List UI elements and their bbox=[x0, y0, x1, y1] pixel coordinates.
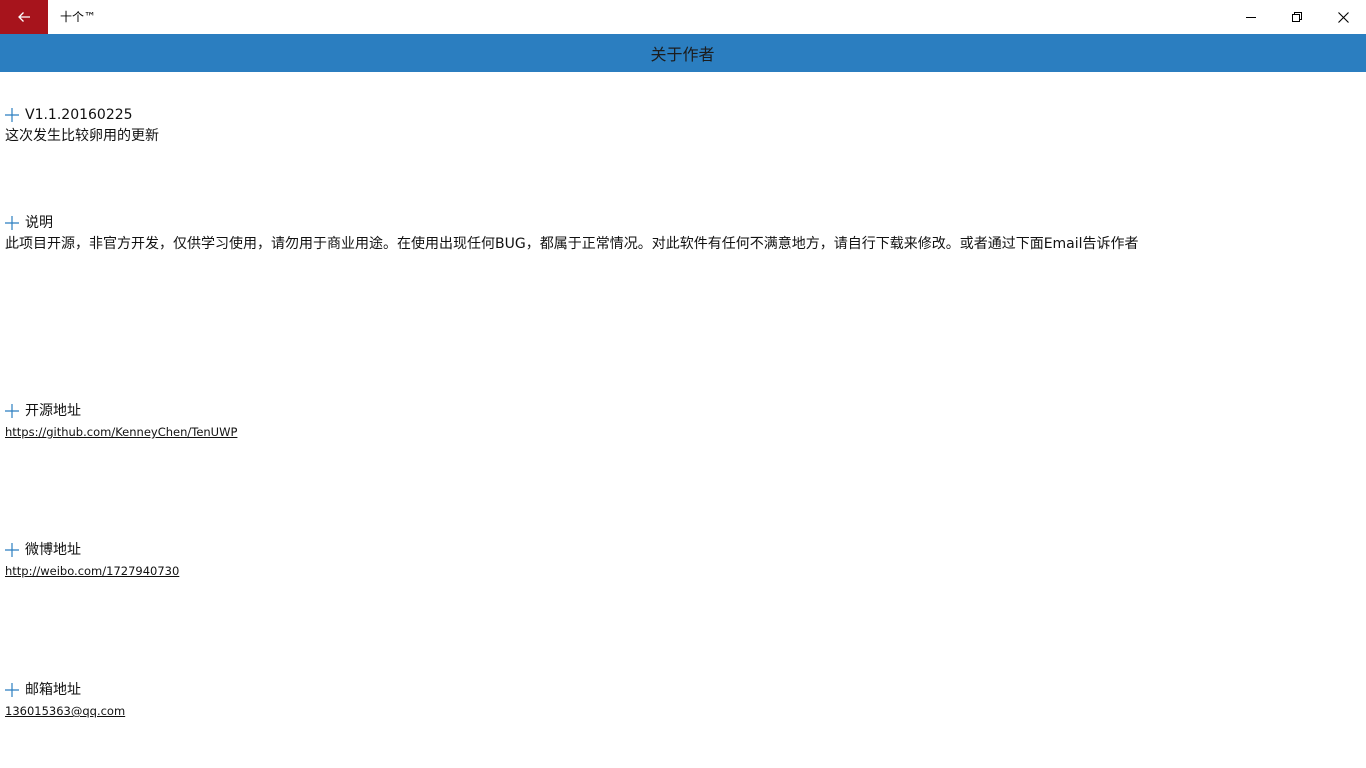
version-title: V1.1.20160225 bbox=[25, 107, 133, 123]
page-title: 关于作者 bbox=[650, 45, 715, 64]
version-description: 这次发生比较卵用的更新 bbox=[5, 128, 159, 144]
app-title: 十个™ bbox=[60, 10, 97, 24]
notice-description: 此项目开源，非官方开发，仅供学习使用，请勿用于商业用途。在使用出现任何BUG，都… bbox=[5, 236, 1139, 252]
back-button[interactable] bbox=[0, 0, 48, 34]
restore-button[interactable] bbox=[1274, 0, 1320, 34]
weibo-link[interactable]: http://weibo.com/1727940730 bbox=[5, 563, 179, 579]
source-section: 开源地址 https://github.com/KenneyChen/TenUW… bbox=[5, 401, 237, 440]
plus-icon bbox=[5, 543, 19, 557]
notice-section-header[interactable]: 说明 bbox=[5, 213, 1139, 233]
close-icon bbox=[1337, 11, 1349, 23]
version-section: V1.1.20160225 这次发生比较卵用的更新 bbox=[5, 105, 159, 146]
email-section: 邮箱地址 136015363@qq.com bbox=[5, 680, 125, 719]
source-section-header[interactable]: 开源地址 bbox=[5, 401, 237, 421]
weibo-section-header[interactable]: 微博地址 bbox=[5, 540, 179, 560]
arrow-left-icon bbox=[18, 12, 30, 22]
close-button[interactable] bbox=[1320, 0, 1366, 34]
restore-icon bbox=[1292, 12, 1302, 22]
source-title: 开源地址 bbox=[25, 403, 81, 419]
minimize-icon bbox=[1246, 17, 1256, 18]
weibo-section: 微博地址 http://weibo.com/1727940730 bbox=[5, 540, 179, 579]
plus-icon bbox=[5, 216, 19, 230]
github-link[interactable]: https://github.com/KenneyChen/TenUWP bbox=[5, 424, 237, 440]
notice-section: 说明 此项目开源，非官方开发，仅供学习使用，请勿用于商业用途。在使用出现任何BU… bbox=[5, 213, 1139, 254]
page-header: 关于作者 bbox=[0, 34, 1366, 72]
title-bar: 十个™ bbox=[0, 0, 1366, 34]
weibo-title: 微博地址 bbox=[25, 542, 81, 558]
email-link[interactable]: 136015363@qq.com bbox=[5, 703, 125, 719]
plus-icon bbox=[5, 108, 19, 122]
minimize-button[interactable] bbox=[1228, 0, 1274, 34]
plus-icon bbox=[5, 683, 19, 697]
notice-title: 说明 bbox=[25, 215, 53, 231]
plus-icon bbox=[5, 404, 19, 418]
version-section-header[interactable]: V1.1.20160225 bbox=[5, 105, 159, 125]
email-section-header[interactable]: 邮箱地址 bbox=[5, 680, 125, 700]
email-title: 邮箱地址 bbox=[25, 682, 81, 698]
